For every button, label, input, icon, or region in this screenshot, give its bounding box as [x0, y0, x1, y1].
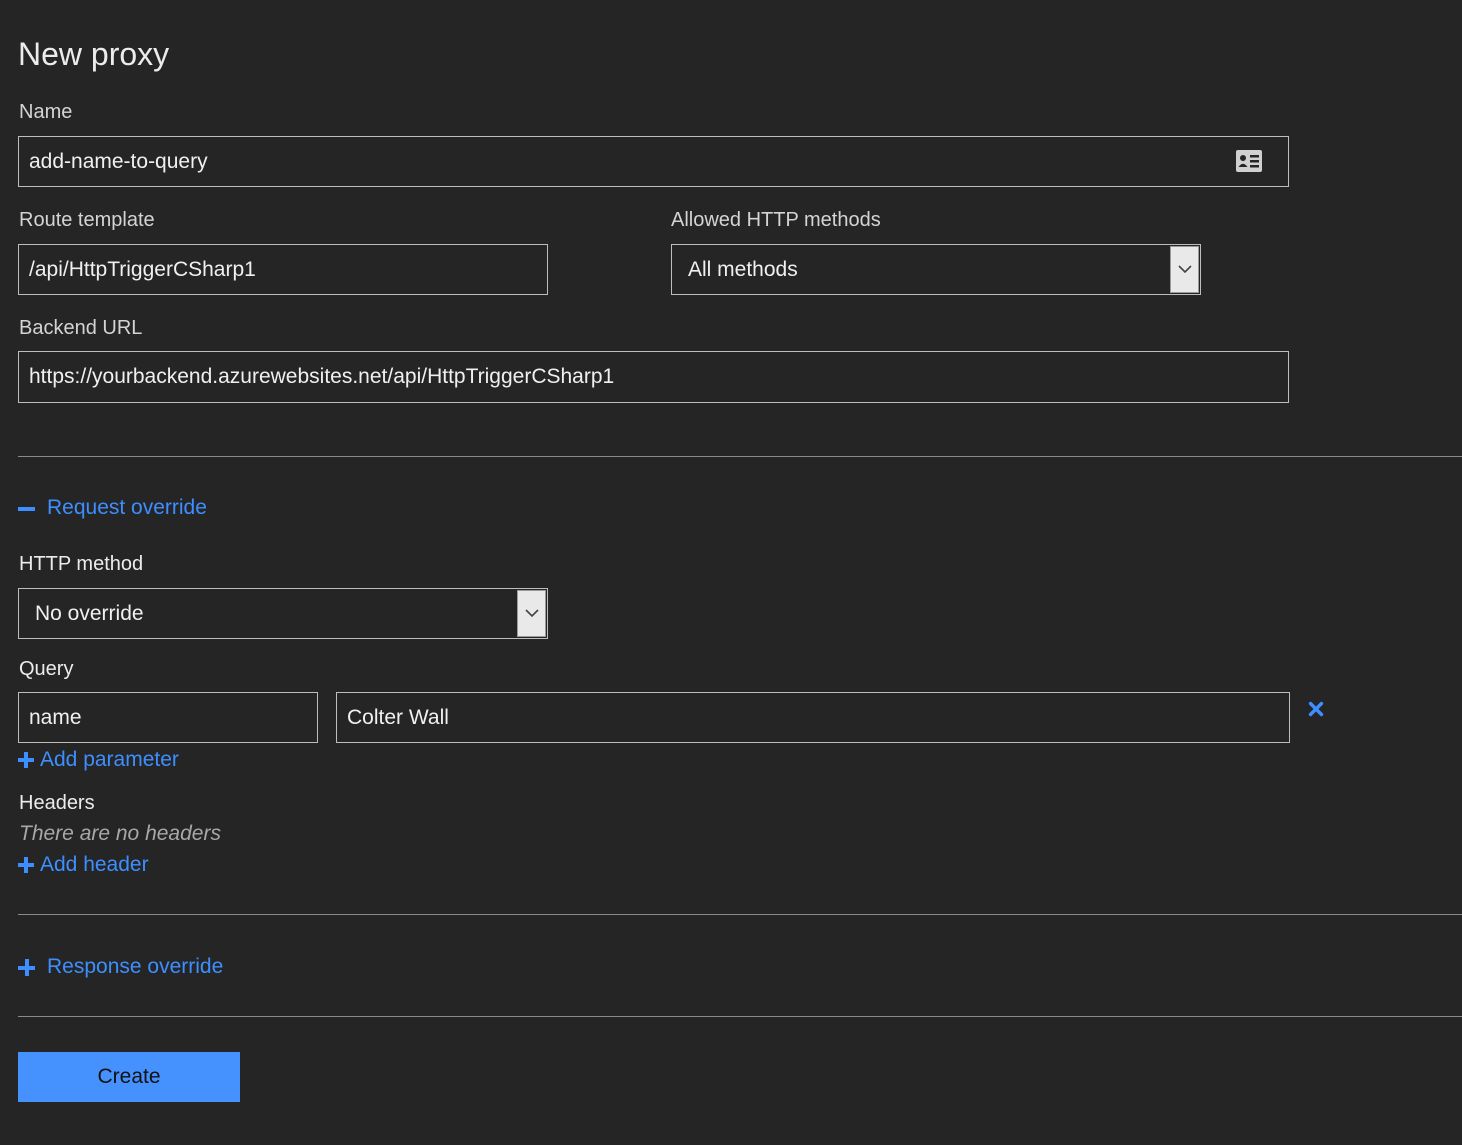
no-headers-text: There are no headers: [19, 822, 221, 845]
minus-icon: [18, 500, 35, 517]
headers-label: Headers: [19, 792, 95, 814]
backend-url-input[interactable]: [18, 351, 1289, 403]
add-header-link[interactable]: Add header: [18, 851, 149, 879]
create-button[interactable]: Create: [18, 1052, 240, 1102]
http-method-value: No override: [35, 601, 144, 625]
section-divider: [18, 1016, 1462, 1017]
plus-icon: [18, 857, 34, 873]
response-override-toggle[interactable]: Response override: [18, 953, 223, 981]
add-parameter-label: Add parameter: [40, 748, 179, 771]
add-header-label: Add header: [40, 853, 149, 876]
route-template-label: Route template: [19, 209, 155, 231]
plus-icon: [18, 752, 34, 768]
route-template-input[interactable]: [18, 244, 548, 295]
page-title: New proxy: [18, 36, 170, 72]
http-method-select[interactable]: No override: [18, 588, 548, 639]
section-divider: [18, 914, 1462, 915]
contact-card-icon[interactable]: [1235, 149, 1263, 178]
allowed-methods-label: Allowed HTTP methods: [671, 209, 881, 231]
query-label: Query: [19, 658, 74, 680]
query-param-key-input[interactable]: [18, 692, 318, 743]
chevron-down-icon[interactable]: [517, 590, 546, 637]
query-param-value-input[interactable]: [336, 692, 1290, 743]
name-label: Name: [19, 101, 73, 123]
add-parameter-link[interactable]: Add parameter: [18, 746, 179, 774]
request-override-toggle[interactable]: Request override: [18, 494, 207, 522]
response-override-label: Response override: [47, 955, 224, 978]
http-method-label: HTTP method: [19, 553, 144, 575]
request-override-label: Request override: [47, 496, 207, 519]
name-input[interactable]: [18, 136, 1289, 187]
section-divider: [18, 456, 1462, 457]
plus-icon: [18, 958, 35, 976]
chevron-down-icon[interactable]: [1170, 246, 1199, 293]
allowed-methods-value: All methods: [688, 257, 798, 281]
allowed-methods-select[interactable]: All methods: [671, 244, 1201, 295]
backend-url-label: Backend URL: [19, 317, 143, 339]
close-x-icon[interactable]: [1308, 701, 1324, 722]
